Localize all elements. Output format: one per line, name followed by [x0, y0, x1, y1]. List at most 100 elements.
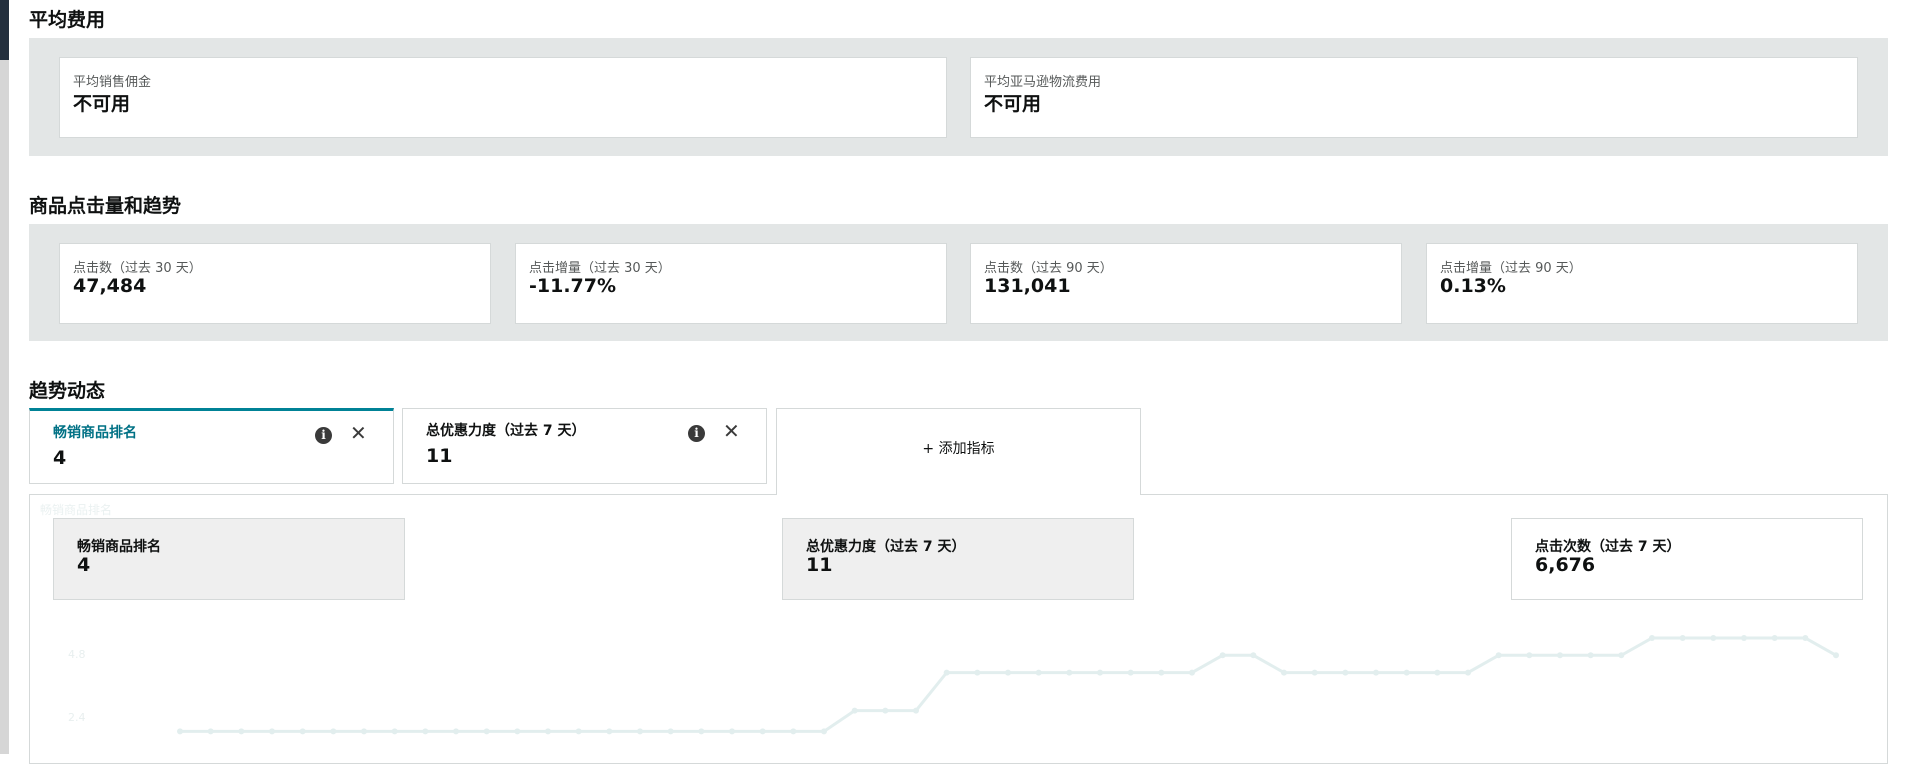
- legend-value: 6,676: [1535, 554, 1596, 576]
- series-point: [729, 728, 735, 735]
- legend-label: 畅销商品排名: [77, 539, 161, 555]
- series-point: [545, 728, 551, 735]
- series-point: [1649, 635, 1655, 642]
- series-point: [1127, 669, 1134, 676]
- tab-value: 4: [53, 447, 67, 469]
- trend-chart-area: 4.8 2.4 畅销商品排名 畅销商品排名 4 总优惠力度（过去 7 天） 11…: [29, 494, 1888, 764]
- series-point: [1005, 669, 1011, 676]
- y-tick-label: 4.8: [68, 648, 86, 661]
- series-point: [1526, 652, 1533, 659]
- series-point: [667, 728, 674, 735]
- legend-value: 11: [806, 554, 833, 576]
- series-point: [1342, 669, 1349, 676]
- tab-label: 畅销商品排名: [53, 425, 137, 441]
- series-point: [1250, 652, 1257, 659]
- legend-clicks-7d[interactable]: 点击次数（过去 7 天） 6,676: [1511, 518, 1863, 600]
- series-point: [575, 728, 582, 735]
- add-metric-button[interactable]: + 添加指标: [776, 408, 1141, 495]
- tab-value: 11: [426, 445, 453, 467]
- series-point: [177, 728, 183, 735]
- card-label: 平均亚马逊物流费用: [984, 75, 1102, 90]
- series-point: [269, 728, 275, 735]
- tab-best-seller-rank[interactable]: 畅销商品排名 4 i ✕: [29, 408, 394, 484]
- clicks-panel: 点击数（过去 30 天） 47,484 点击增量（过去 30 天） -11.77…: [29, 224, 1888, 341]
- series-point: [637, 728, 643, 735]
- tab-total-discount[interactable]: 总优惠力度（过去 7 天） 11 i ✕: [402, 408, 767, 484]
- series-point: [1618, 652, 1625, 659]
- legend-total-discount[interactable]: 总优惠力度（过去 7 天） 11: [782, 518, 1134, 600]
- section-title-average-fees: 平均费用: [29, 9, 106, 31]
- series-line-group: [177, 635, 1839, 735]
- average-sales-commission-card: 平均销售佣金 不可用: [59, 57, 947, 138]
- card-value: -11.77%: [529, 275, 617, 297]
- average-fees-panel: 平均销售佣金 不可用 平均亚马逊物流费用 不可用: [29, 38, 1888, 156]
- clicks-30d-card: 点击数（过去 30 天） 47,484: [59, 243, 491, 324]
- series-point: [790, 728, 797, 735]
- series-point: [974, 669, 981, 676]
- clicks-change-90d-card: 点击增量（过去 90 天） 0.13%: [1426, 243, 1858, 324]
- card-label: 点击增量（过去 90 天）: [1440, 261, 1582, 276]
- series-line: [180, 636, 1837, 733]
- card-label: 平均销售佣金: [73, 75, 152, 90]
- series-point: [882, 707, 889, 714]
- close-icon[interactable]: ✕: [723, 419, 740, 443]
- series-point: [1281, 669, 1287, 676]
- card-value: 不可用: [984, 93, 1042, 115]
- y-tick-label: 2.4: [68, 711, 86, 724]
- info-icon[interactable]: i: [315, 427, 332, 444]
- series-point: [1373, 669, 1379, 676]
- card-label: 点击数（过去 90 天）: [984, 261, 1113, 276]
- series-point: [698, 728, 705, 735]
- series-point: [422, 728, 429, 735]
- clicks-90d-card: 点击数（过去 90 天） 131,041: [970, 243, 1402, 324]
- close-icon[interactable]: ✕: [350, 421, 367, 445]
- series-point: [514, 728, 521, 735]
- series-point: [1741, 635, 1747, 642]
- info-icon[interactable]: i: [688, 425, 705, 442]
- series-point: [1219, 652, 1226, 659]
- series-point: [943, 669, 950, 676]
- series-point: [1587, 652, 1594, 659]
- series-point: [453, 728, 459, 735]
- series-point: [1833, 652, 1839, 659]
- series-point: [1035, 669, 1042, 676]
- series-point: [1403, 669, 1410, 676]
- section-title-clicks: 商品点击量和趋势: [29, 195, 182, 217]
- series-point: [1434, 669, 1441, 676]
- series-point: [1679, 635, 1686, 642]
- card-label: 点击增量（过去 30 天）: [529, 261, 671, 276]
- series-point: [1495, 652, 1502, 659]
- window-left-edge-dark: [0, 0, 9, 60]
- series-point: [1066, 669, 1073, 676]
- section-title-trends: 趋势动态: [29, 380, 106, 402]
- series-point: [391, 728, 398, 735]
- series-point: [1311, 669, 1318, 676]
- series-point: [1158, 669, 1165, 676]
- tab-label: 总优惠力度（过去 7 天）: [426, 423, 586, 439]
- series-point: [1710, 635, 1717, 642]
- card-value: 131,041: [984, 275, 1071, 297]
- window-left-edge: [0, 0, 9, 754]
- clicks-change-30d-card: 点击增量（过去 30 天） -11.77%: [515, 243, 947, 324]
- series-point: [913, 707, 919, 714]
- average-fba-fee-card: 平均亚马逊物流费用 不可用: [970, 57, 1858, 138]
- legend-label: 总优惠力度（过去 7 天）: [806, 539, 966, 555]
- series-point: [821, 728, 827, 735]
- series-point: [1465, 669, 1471, 676]
- series-point: [606, 728, 613, 735]
- card-value: 不可用: [73, 93, 131, 115]
- series-point: [238, 728, 245, 735]
- series-point: [1097, 669, 1103, 676]
- series-point: [759, 728, 766, 735]
- legend-value: 4: [77, 554, 91, 576]
- series-point: [1802, 635, 1809, 642]
- series-point: [299, 728, 306, 735]
- series-point: [361, 728, 367, 735]
- series-point: [330, 728, 337, 735]
- card-value: 47,484: [73, 275, 147, 297]
- series-point: [1771, 635, 1778, 642]
- series-point: [1557, 652, 1563, 659]
- legend-best-seller-rank[interactable]: 畅销商品排名 4: [53, 518, 405, 600]
- card-label: 点击数（过去 30 天）: [73, 261, 202, 276]
- card-value: 0.13%: [1440, 275, 1506, 297]
